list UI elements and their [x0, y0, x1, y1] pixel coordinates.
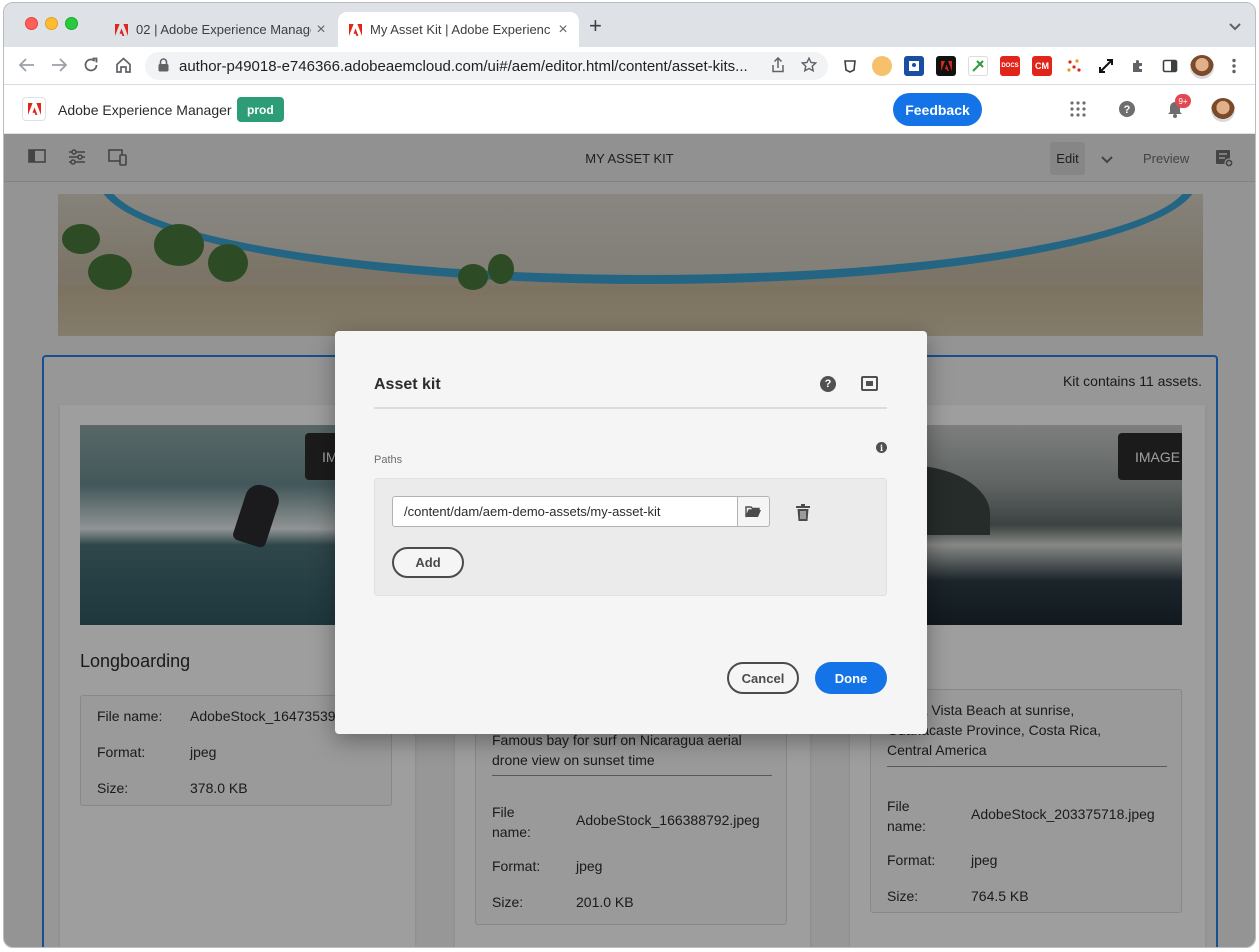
field-info-icon[interactable]: i: [876, 442, 887, 453]
svg-text:?: ?: [1124, 104, 1131, 116]
asset-kit-dialog: Asset kit ? i Paths Add Cancel Done: [335, 331, 927, 734]
cancel-button[interactable]: Cancel: [727, 662, 799, 694]
maximize-window-button[interactable]: [65, 17, 78, 30]
side-panel-icon[interactable]: [1160, 56, 1180, 76]
close-window-button[interactable]: [25, 17, 38, 30]
share-icon[interactable]: [771, 56, 785, 78]
expand-extension-icon[interactable]: [1096, 56, 1116, 76]
notification-count-badge: 9+: [1175, 94, 1191, 108]
reload-icon[interactable]: [80, 54, 102, 76]
minimize-window-button[interactable]: [45, 17, 58, 30]
url-text[interactable]: author-p49018-e746366.adobeaemcloud.com/…: [179, 58, 759, 75]
browser-tab-strip: 02 | Adobe Experience Manage × My Asset …: [4, 3, 1255, 47]
address-bar[interactable]: author-p49018-e746366.adobeaemcloud.com/…: [145, 52, 828, 80]
dialog-title: Asset kit: [374, 376, 441, 393]
browser-toolbar: author-p49018-e746366.adobeaemcloud.com/…: [4, 47, 1255, 85]
tab-search-chevron-icon[interactable]: [1229, 20, 1241, 34]
tab-title: My Asset Kit | Adobe Experienc: [370, 22, 551, 37]
product-title[interactable]: Adobe Experience Manager: [58, 102, 232, 118]
shield-extension-icon[interactable]: [840, 56, 860, 76]
bookmark-star-icon[interactable]: [800, 56, 818, 78]
profile-extension-icon[interactable]: [904, 56, 924, 76]
delete-path-button[interactable]: [794, 502, 812, 522]
new-tab-button[interactable]: +: [589, 15, 602, 37]
adobe-logo-icon[interactable]: [22, 97, 46, 121]
add-path-button[interactable]: Add: [392, 547, 464, 578]
browser-tab-02[interactable]: 02 | Adobe Experience Manage ×: [104, 12, 337, 47]
paths-label: Paths: [374, 454, 403, 466]
fullscreen-toggle-icon[interactable]: [861, 376, 878, 391]
dialog-help-icon[interactable]: ?: [820, 376, 836, 392]
browser-window: 02 | Adobe Experience Manage × My Asset …: [3, 2, 1256, 948]
browser-tab-my-asset-kit[interactable]: My Asset Kit | Adobe Experienc ×: [338, 12, 579, 47]
path-input[interactable]: [392, 496, 738, 527]
feedback-button[interactable]: Feedback: [893, 93, 982, 126]
browser-menu-icon[interactable]: [1224, 56, 1244, 76]
help-icon[interactable]: ?: [1119, 101, 1135, 122]
user-avatar[interactable]: [1211, 98, 1235, 122]
browse-path-button[interactable]: [738, 496, 770, 527]
paths-multifield: Add: [374, 478, 887, 596]
trash-icon: [796, 503, 810, 521]
tool-extension-icon[interactable]: [968, 56, 988, 76]
extensions-puzzle-icon[interactable]: [1128, 56, 1148, 76]
back-icon[interactable]: [16, 54, 38, 76]
apps-grid-icon[interactable]: [1070, 101, 1086, 122]
tab-close-icon[interactable]: ×: [311, 21, 331, 39]
folder-icon: [745, 506, 761, 518]
forward-icon[interactable]: [48, 54, 70, 76]
dialog-header-divider: [374, 407, 887, 409]
done-button[interactable]: Done: [815, 662, 887, 694]
home-icon[interactable]: [112, 54, 134, 76]
docs-extension-icon[interactable]: DOCS: [1000, 56, 1020, 76]
adobe-extension-icon[interactable]: [936, 56, 956, 76]
cm-extension-icon[interactable]: CM: [1032, 56, 1052, 76]
browser-profile-avatar[interactable]: [1190, 55, 1214, 79]
cookie-extension-icon[interactable]: [872, 56, 892, 76]
tab-close-icon[interactable]: ×: [553, 21, 573, 39]
adobe-favicon-icon: [114, 23, 128, 37]
lock-icon[interactable]: [158, 58, 169, 77]
aem-shell-header: Adobe Experience Manager prod Feedback ?…: [4, 85, 1255, 134]
adobe-favicon-icon: [348, 23, 362, 37]
environment-badge: prod: [237, 97, 284, 122]
tab-title: 02 | Adobe Experience Manage: [136, 22, 311, 37]
dots-extension-icon[interactable]: [1064, 56, 1084, 76]
